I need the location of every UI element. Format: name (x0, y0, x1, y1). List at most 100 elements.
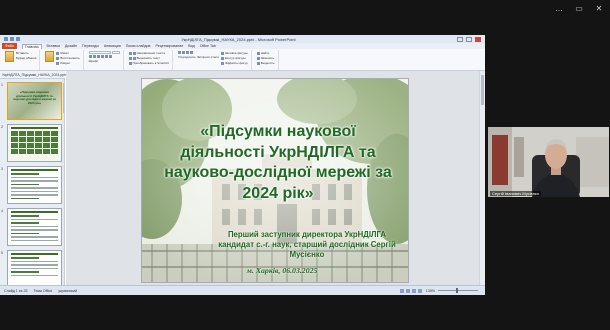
ribbon-group-clipboard: Вставить Буфер обмена (2, 50, 41, 70)
section-button[interactable]: Раздел (60, 61, 70, 65)
ribbon-group-font: Шрифт (86, 50, 124, 70)
ribbon-group-paragraph: Направление текста Выровнять текст Преоб… (126, 50, 173, 70)
thumbnail-row: 5 (0, 250, 64, 285)
reset-button[interactable]: Восстановить (60, 56, 79, 60)
slide-thumbnails-panel: 1 «Підсумки наукової діяльності УкрНДІЛГ… (0, 79, 65, 285)
slideshow-icon[interactable] (417, 288, 422, 293)
paste-icon[interactable] (5, 51, 14, 62)
replace-icon (256, 56, 260, 60)
slide-number: 1 (1, 83, 3, 87)
shapes-icon[interactable] (178, 51, 181, 54)
align-center-icon[interactable] (132, 56, 136, 60)
thumbnail-lines (11, 173, 58, 201)
bullets-icon[interactable] (128, 51, 132, 55)
zoom-level[interactable]: 135% (426, 289, 435, 293)
slide-subtitle[interactable]: Перший заступник директора УкрНДІЛГА кан… (202, 230, 408, 260)
align-left-icon[interactable] (128, 56, 132, 60)
font-size-field[interactable] (111, 51, 120, 54)
paste-label[interactable]: Вставить (16, 51, 29, 55)
italic-icon[interactable] (92, 55, 96, 58)
shape-effects-icon (220, 61, 224, 65)
normal-view-icon[interactable] (399, 288, 404, 293)
restore-icon[interactable]: ▭ (574, 4, 584, 13)
thumbnail-lines (11, 257, 58, 278)
tab-view[interactable]: Вид (188, 44, 195, 48)
undo-icon[interactable] (10, 37, 14, 41)
arrange-button[interactable]: Упорядочить (178, 55, 196, 59)
thumbnail-title: «Підсумки наукової діяльності УкрНДІЛГА … (13, 90, 56, 105)
current-slide[interactable]: «Підсумки наукової діяльності УкрНДІЛГА … (141, 78, 409, 283)
thumbnail-row: 2 (0, 124, 64, 162)
tab-insert[interactable]: Вставка (47, 44, 60, 48)
tab-animations[interactable]: Анимация (104, 44, 121, 48)
tab-slideshow[interactable]: Показ слайдов (126, 44, 151, 48)
save-icon[interactable] (4, 37, 8, 41)
new-slide-icon[interactable] (45, 51, 55, 62)
select-button[interactable]: Выделить (261, 61, 275, 65)
text-direction-button[interactable]: Направление текста (137, 51, 165, 55)
slide-thumbnail[interactable] (7, 166, 62, 204)
strikethrough-icon[interactable] (104, 55, 108, 58)
window-title: УкрНДІЛГА_Підсумкі_НАУКА_2024.pptx - Mic… (181, 36, 296, 42)
tab-home[interactable]: Главная (21, 43, 42, 49)
slide-thumbnail[interactable] (7, 208, 62, 246)
more-icon[interactable]: … (554, 4, 564, 13)
slide-scrollbar[interactable] (479, 71, 485, 285)
shapes-icon[interactable] (186, 51, 189, 54)
smartart-button[interactable]: Преобразовать в SmartArt (133, 61, 169, 65)
underline-icon[interactable] (96, 55, 100, 58)
slide-footer[interactable]: м. Харків, 06.03.2025 (212, 266, 352, 275)
shape-fill-button[interactable]: Заливка фигуры (225, 51, 248, 55)
font-name-field[interactable] (88, 51, 111, 54)
tab-design[interactable]: Дизайн (65, 44, 77, 48)
quick-access-toolbar[interactable] (4, 37, 20, 41)
meeting-window-controls: … ▭ ✕ (554, 4, 604, 13)
slide-title[interactable]: «Підсумки наукової діяльності УкрНДІЛГА … (164, 122, 392, 204)
zoom-slider[interactable] (438, 287, 478, 293)
slide-info: Слайд 1 из 25 (4, 288, 28, 293)
slide-thumbnail[interactable] (7, 250, 62, 285)
align-text-button[interactable]: Выровнять текст (137, 56, 160, 60)
close-icon[interactable] (475, 36, 481, 42)
shapes-icon[interactable] (190, 51, 193, 54)
find-button[interactable]: Найти (261, 51, 270, 55)
language: украинский (58, 288, 77, 293)
select-icon (256, 61, 260, 65)
slide-sorter-icon[interactable] (405, 288, 410, 293)
slide-thumbnail[interactable] (7, 124, 62, 162)
ribbon-group-drawing: Упорядочить Экспресс-стили Заливка фигуры… (175, 50, 252, 70)
section-icon (56, 61, 60, 65)
font-color-icon[interactable] (108, 55, 112, 58)
quick-styles-button[interactable]: Экспресс-стили (197, 55, 219, 59)
reading-view-icon[interactable] (411, 288, 416, 293)
shape-outline-button[interactable]: Контур фигуры (225, 56, 246, 60)
tab-review[interactable]: Рецензирование (155, 44, 183, 48)
thumbnail-cells (11, 131, 58, 154)
subtitle-line-2: кандидат с.-г. наук, старший дослідник С… (218, 240, 396, 259)
powerpoint-window: УкрНДІЛГА_Підсумкі_НАУКА_2024.pptx - Mic… (0, 35, 485, 295)
reset-icon (56, 56, 60, 60)
tab-file[interactable]: Файл (2, 43, 17, 49)
shape-effects-button[interactable]: Эффекты фигур (225, 61, 248, 65)
layout-button[interactable]: Макет (60, 51, 69, 55)
minimize-icon[interactable] (457, 36, 463, 42)
slide-thumbnail[interactable]: «Підсумки наукової діяльності УкрНДІЛГА … (7, 82, 62, 120)
shapes-icon[interactable] (182, 51, 185, 54)
replace-button[interactable]: Заменить (261, 56, 274, 60)
numbering-icon[interactable] (132, 51, 136, 55)
slide-number: 3 (1, 167, 3, 171)
doc-tab[interactable]: УкрНДІЛГА_Підсумки_НАУКА_2024.pptx (2, 73, 67, 77)
ribbon: Вставить Буфер обмена Макет Восстановить… (0, 49, 485, 71)
maximize-icon[interactable] (466, 36, 472, 42)
thumbnails-scrollbar[interactable] (62, 79, 64, 285)
thumbnail-lines (11, 215, 58, 243)
close-icon[interactable]: ✕ (594, 4, 604, 13)
bold-icon[interactable] (88, 55, 92, 58)
shadow-icon[interactable] (100, 55, 104, 58)
ribbon-group-editing: Найти Заменить Выделить (254, 50, 279, 70)
tab-transitions[interactable]: Переходы (82, 44, 99, 48)
tab-office-tab[interactable]: Office Tab (200, 44, 216, 48)
participant-name: Сергій Іванович Мусієнко (490, 191, 541, 196)
smartart-icon[interactable] (128, 61, 132, 65)
participant-video-tile[interactable]: Сергій Іванович Мусієнко (488, 127, 609, 197)
